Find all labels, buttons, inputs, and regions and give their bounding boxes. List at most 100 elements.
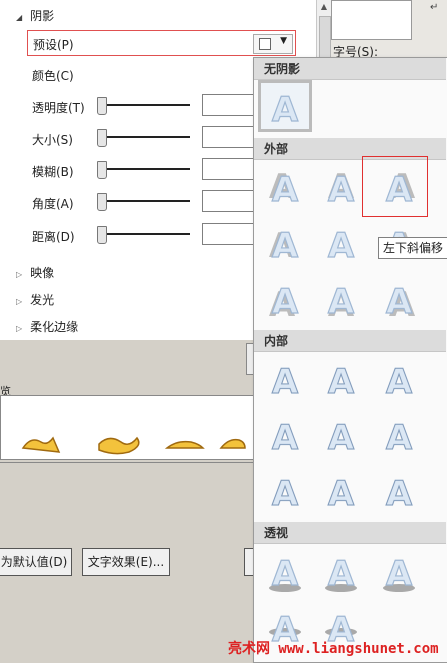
collapsed-triangle-icon: ▷	[16, 297, 23, 306]
letter-a-icon: AA	[327, 281, 355, 322]
size-spinbox[interactable]	[202, 126, 256, 148]
group-header-perspective: 透视	[254, 522, 446, 544]
transparency-spinbox[interactable]	[202, 94, 256, 116]
soft-edges-section-header[interactable]: ▷ 柔化边缘	[16, 318, 78, 335]
letter-a-icon: AA	[269, 281, 300, 322]
svg-text:A: A	[328, 362, 355, 402]
shadow-preset-menu: 无阴影 外部 内部 透视 AAAAAAAAAAAAAAAAAAAAAAAAAAA…	[253, 57, 447, 663]
letter-a-icon: AA	[271, 361, 299, 402]
preset-tile-inner-1[interactable]: AA	[260, 354, 310, 402]
letter-a-icon: AA	[327, 225, 355, 266]
svg-text:A: A	[328, 418, 355, 458]
preset-tooltip: 左下斜偏移	[378, 237, 447, 259]
svg-text:A: A	[328, 170, 355, 210]
svg-text:A: A	[272, 170, 299, 210]
size-slider-thumb[interactable]	[97, 129, 107, 147]
preset-tile-no-shadow-1[interactable]: A	[258, 80, 312, 132]
distance-spinbox[interactable]	[202, 223, 256, 245]
preset-tile-outer-2[interactable]: AA	[316, 162, 366, 210]
letter-a-icon: AA	[327, 473, 355, 514]
collapsed-triangle-icon: ▷	[16, 270, 23, 279]
letter-a-icon: A	[383, 553, 415, 594]
preset-preview-icon	[259, 38, 271, 50]
distance-slider-track[interactable]	[103, 233, 190, 235]
font-style-box[interactable]	[331, 0, 412, 40]
preset-tile-inner-5[interactable]: AA	[316, 410, 366, 458]
distance-slider-thumb[interactable]	[97, 226, 107, 244]
preset-tile-outer-1[interactable]: AA	[260, 162, 310, 210]
color-label[interactable]: 颜色(C)	[32, 67, 74, 84]
letter-a-icon: AA	[327, 417, 355, 458]
preset-tile-inner-3[interactable]: AA	[374, 354, 424, 402]
letter-a-icon: A	[271, 89, 299, 130]
expanded-triangle-icon: ◢	[16, 13, 23, 22]
blur-slider-track[interactable]	[103, 168, 190, 170]
preset-row: 预设(P) ▼	[27, 30, 296, 56]
letter-a-icon: AA	[385, 281, 416, 322]
preset-tile-outer-7[interactable]: AA	[260, 274, 310, 322]
preset-tile-inner-8[interactable]: AA	[316, 466, 366, 514]
preset-tile-outer-9[interactable]: AA	[374, 274, 424, 322]
glow-section-header[interactable]: ▷ 发光	[16, 291, 54, 308]
svg-text:A: A	[272, 362, 299, 402]
preset-tile-perspective-1[interactable]: A	[260, 546, 310, 594]
angle-slider-track[interactable]	[103, 200, 190, 202]
preset-tile-outer-5[interactable]: AA	[316, 218, 366, 266]
letter-a-icon: AA	[327, 167, 355, 210]
divider	[0, 462, 262, 463]
preset-tile-inner-4[interactable]: AA	[260, 410, 310, 458]
preset-label: 预设(P)	[33, 38, 74, 52]
preset-tile-outer-4[interactable]: AA	[260, 218, 310, 266]
svg-text:A: A	[272, 554, 299, 594]
letter-a-icon: A	[325, 553, 357, 594]
preset-dropdown-button[interactable]: ▼	[253, 34, 293, 54]
svg-text:A: A	[272, 418, 299, 458]
distance-label: 距离(D)	[32, 230, 75, 244]
preset-tile-inner-7[interactable]: AA	[260, 466, 310, 514]
letter-a-icon: AA	[269, 167, 300, 210]
letter-a-icon: AA	[271, 473, 299, 514]
preset-tile-inner-9[interactable]: AA	[374, 466, 424, 514]
angle-slider-thumb[interactable]	[97, 193, 107, 211]
svg-text:A: A	[386, 418, 413, 458]
watermark-text: 亮术网 www.liangshunet.com	[228, 641, 439, 657]
angle-spinbox[interactable]	[202, 190, 256, 212]
group-header-inner: 内部	[254, 330, 446, 352]
svg-text:A: A	[386, 474, 413, 514]
blur-spinbox[interactable]	[202, 158, 256, 180]
preset-tile-inner-6[interactable]: AA	[374, 410, 424, 458]
letter-a-icon: AA	[271, 417, 299, 458]
preset-tile-perspective-2[interactable]: A	[316, 546, 366, 594]
preset-tile-outer-8[interactable]: AA	[316, 274, 366, 322]
letter-a-icon: AA	[327, 361, 355, 402]
preset-tile-perspective-3[interactable]: A	[374, 546, 424, 594]
svg-text:A: A	[328, 282, 355, 322]
svg-text:A: A	[386, 362, 413, 402]
letter-a-icon: AA	[385, 417, 413, 458]
size-slider-track[interactable]	[103, 136, 190, 138]
svg-text:A: A	[272, 226, 299, 266]
svg-text:A: A	[272, 90, 299, 130]
return-icon: ↵	[430, 2, 439, 13]
svg-text:A: A	[272, 282, 299, 322]
shadow-section-header[interactable]: ◢ 阴影	[16, 7, 54, 24]
blur-slider-thumb[interactable]	[97, 161, 107, 179]
text-effects-button[interactable]: 文字效果(E)...	[82, 548, 170, 576]
transparency-slider-thumb[interactable]	[97, 97, 107, 115]
set-as-default-button[interactable]: 为默认值(D)	[0, 548, 72, 576]
svg-text:A: A	[328, 474, 355, 514]
transparency-slider-track[interactable]	[103, 104, 190, 106]
reflection-section-header[interactable]: ▷ 映像	[16, 264, 54, 281]
svg-text:A: A	[386, 554, 413, 594]
preset-tile-inner-2[interactable]: AA	[316, 354, 366, 402]
svg-text:A: A	[328, 554, 355, 594]
angle-label: 角度(A)	[32, 197, 74, 211]
collapsed-triangle-icon: ▷	[16, 324, 23, 333]
svg-text:A: A	[328, 226, 355, 266]
scroll-up-arrow-icon[interactable]: ▲	[317, 0, 331, 14]
letter-a-icon: AA	[385, 473, 413, 514]
svg-text:A: A	[272, 474, 299, 514]
letter-a-icon: AA	[385, 361, 413, 402]
preview-text-sample	[21, 436, 246, 455]
group-header-no-shadow: 无阴影	[254, 58, 446, 80]
